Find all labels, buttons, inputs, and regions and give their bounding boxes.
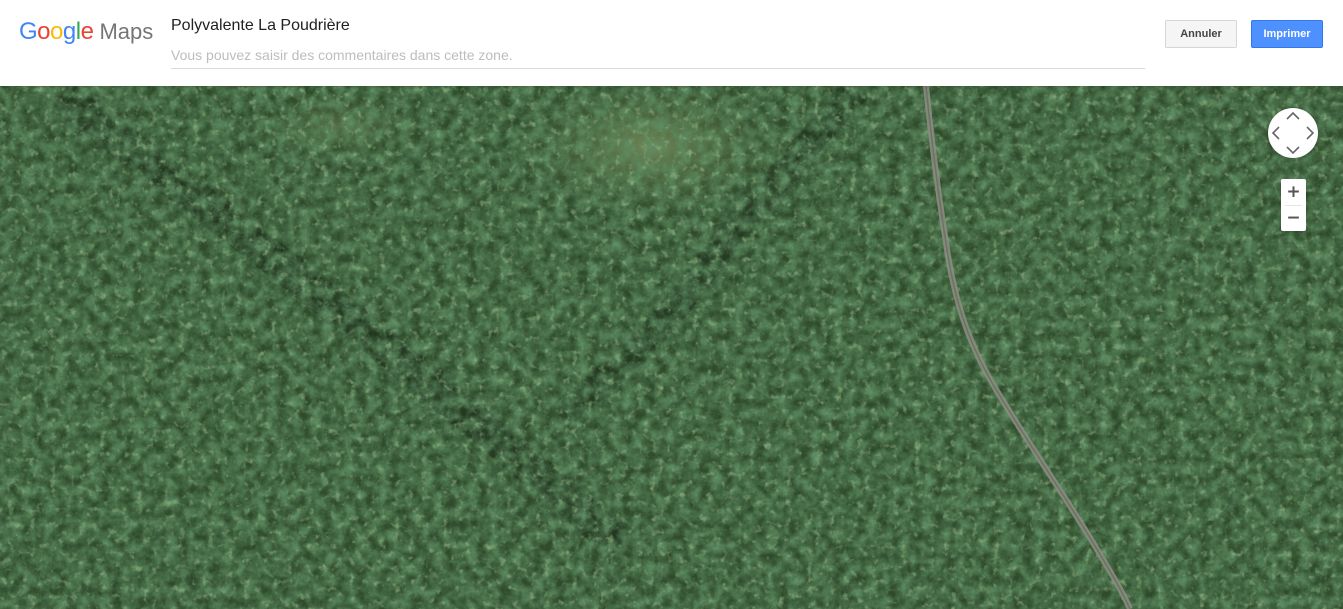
plus-icon: + [1286, 182, 1301, 202]
pan-up-icon[interactable] [1286, 111, 1300, 120]
logo-letter: G [19, 18, 38, 45]
pan-right-icon[interactable] [1306, 126, 1315, 140]
satellite-imagery [0, 86, 1343, 609]
page-title: Polyvalente La Poudrière [171, 17, 350, 34]
logo-letter: g [62, 18, 76, 45]
google-wordmark: Google [19, 18, 94, 46]
logo-letter: e [80, 18, 94, 45]
minus-icon: − [1286, 208, 1301, 228]
pan-control-icon[interactable] [1268, 108, 1318, 158]
logo-letter: o [50, 18, 63, 45]
zoom-out-button[interactable]: − [1281, 205, 1306, 231]
pan-down-icon[interactable] [1286, 146, 1300, 155]
google-maps-logo: Google Maps [19, 18, 153, 50]
zoom-control: + − [1281, 179, 1306, 231]
maps-wordmark: Maps [99, 19, 154, 44]
pan-left-icon[interactable] [1271, 126, 1280, 140]
pan-arrows-icon [1271, 111, 1315, 155]
comment-field[interactable] [171, 42, 1145, 69]
zoom-in-button[interactable]: + [1281, 179, 1306, 205]
print-page: Google Maps Polyvalente La Poudrière Ann… [0, 0, 1343, 609]
satellite-map[interactable]: + − [0, 86, 1343, 609]
cancel-button[interactable]: Annuler [1165, 20, 1237, 48]
print-button[interactable]: Imprimer [1251, 20, 1323, 48]
logo-letter: o [37, 18, 51, 45]
print-header: Google Maps Polyvalente La Poudrière Ann… [0, 0, 1343, 86]
